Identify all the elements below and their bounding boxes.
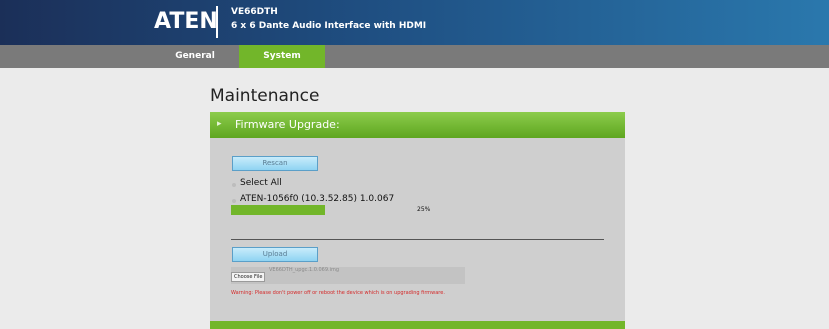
upload-button[interactable]: Upload <box>232 247 318 262</box>
panel-footer <box>210 321 625 329</box>
page-title: Maintenance <box>210 86 320 106</box>
device-label: ATEN-1056f0 (10.3.52.85) 1.0.067 <box>240 194 395 204</box>
warning-text: Warning: Please don't power off or reboo… <box>231 290 445 296</box>
collapse-arrow-icon[interactable]: ▸ <box>217 119 222 129</box>
logo-divider <box>216 6 218 38</box>
choose-file-button[interactable]: Choose File <box>231 272 266 282</box>
model-name: VE66DTH <box>231 7 278 17</box>
selected-file-name: VE66DTH_upgc.1.0.069.img <box>269 267 340 273</box>
firmware-upgrade-panel: ▸ Firmware Upgrade: Rescan Select All AT… <box>210 112 625 329</box>
model-description: 6 x 6 Dante Audio Interface with HDMI <box>231 21 427 31</box>
header-bar: ATEN VE66DTH 6 x 6 Dante Audio Interface… <box>0 0 829 45</box>
nav-bar: General System <box>0 45 829 68</box>
aten-logo: ATEN <box>154 9 218 34</box>
divider <box>231 239 604 240</box>
file-input-box[interactable] <box>231 267 465 284</box>
panel-header[interactable]: ▸ Firmware Upgrade: <box>210 112 625 138</box>
progress-bar <box>231 205 325 215</box>
progress-percent: 25% <box>417 206 431 213</box>
rescan-button[interactable]: Rescan <box>232 156 318 171</box>
select-all-label: Select All <box>240 178 282 188</box>
panel-title: Firmware Upgrade: <box>235 118 340 131</box>
select-all-radio[interactable] <box>232 183 236 187</box>
tab-system[interactable]: System <box>239 45 325 68</box>
tab-general[interactable]: General <box>150 45 240 68</box>
device-radio[interactable] <box>232 199 236 203</box>
